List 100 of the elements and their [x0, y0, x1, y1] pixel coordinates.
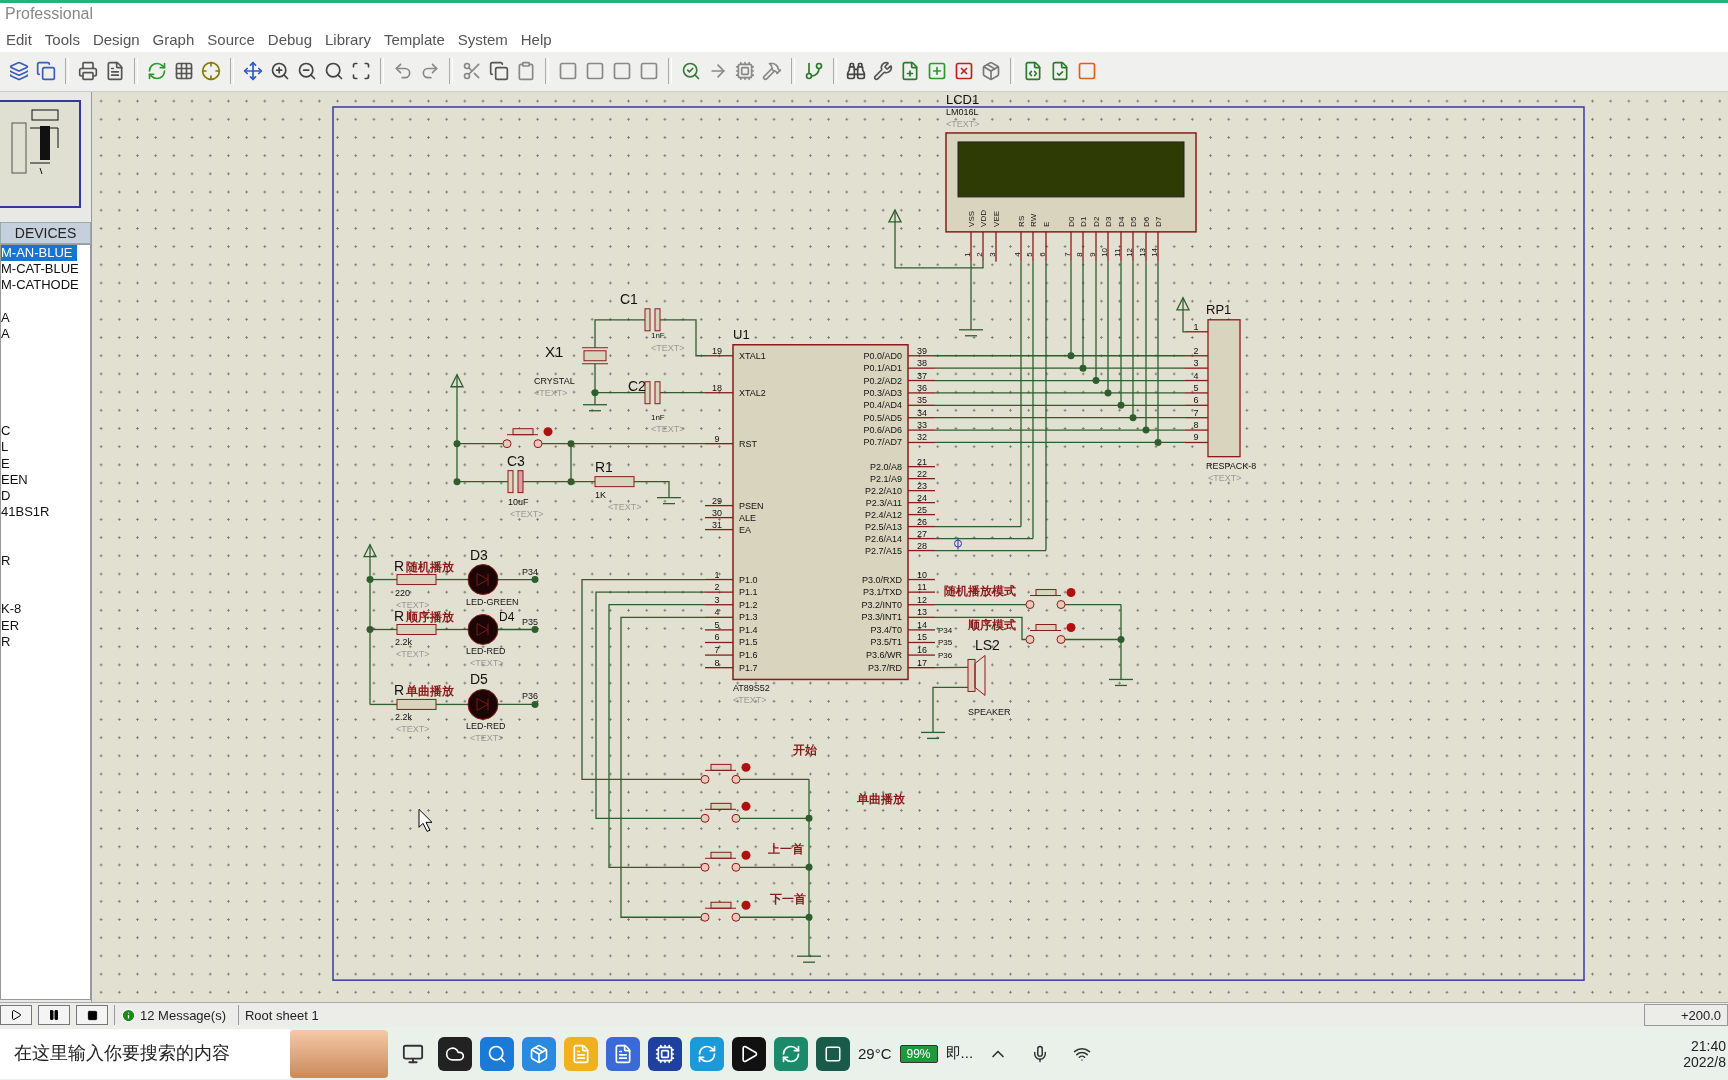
button-label: 开始: [793, 743, 817, 758]
pin-number: 7: [714, 645, 720, 655]
device-item[interactable]: EEN: [1, 471, 32, 488]
component-value: 1nF: [651, 412, 665, 422]
pin-name: P0.3/AD3: [863, 387, 902, 398]
pin-name: XTAL1: [739, 350, 766, 361]
component-label: D3: [470, 546, 488, 563]
device-item[interactable]: D: [1, 487, 15, 504]
device-item[interactable]: R: [1, 552, 15, 569]
pin-name: P2.4/A12: [865, 509, 902, 520]
device-item[interactable]: L: [1, 439, 13, 456]
menu-item[interactable]: Design: [88, 29, 149, 49]
pin-number: 13: [1138, 247, 1147, 257]
component-value: 10uF: [508, 496, 529, 507]
pin-name: EA: [739, 524, 751, 535]
pin-name: D1: [1079, 216, 1088, 227]
component-type: SPEAKER: [968, 707, 1011, 718]
pin-number: 11: [1113, 248, 1122, 257]
net-label: 单曲播放: [406, 684, 454, 699]
pin-name: D3: [1104, 216, 1113, 227]
device-item[interactable]: M-AN-BLUE: [1, 244, 77, 261]
menu-item[interactable]: Source: [203, 29, 264, 49]
component-value: 220: [395, 587, 410, 598]
menu-item[interactable]: Debug: [263, 29, 322, 49]
text-placeholder: <TEXT>: [608, 501, 642, 512]
device-item[interactable]: M-CATHODE: [1, 277, 83, 294]
pin-number: 35: [917, 395, 927, 406]
pin-number: 27: [917, 528, 927, 539]
search-field[interactable]: 在这里输入你要搜索的内容: [0, 1028, 290, 1079]
menu-item[interactable]: System: [453, 29, 517, 49]
pin-name: P1.2: [739, 599, 758, 610]
component-type: RESPACK-8: [1206, 460, 1257, 471]
text-placeholder: <TEXT>: [651, 342, 685, 353]
pin-number: 2: [975, 252, 984, 257]
pin-number: 8: [1075, 252, 1084, 257]
component-type: LED-RED: [466, 721, 506, 732]
pin-name: D4: [1117, 216, 1126, 227]
pin-name: P2.6/A14: [865, 533, 902, 544]
pin-number: 14: [917, 619, 927, 630]
pin-number: 7: [1193, 407, 1199, 418]
pin-name: P1.3: [739, 612, 758, 623]
pin-name: P2.0/A8: [870, 461, 902, 472]
menu-item[interactable]: Edit: [2, 29, 41, 49]
menu-item[interactable]: Graph: [148, 29, 204, 49]
pin-name: P1.1: [739, 587, 758, 598]
pin-name: P0.4/AD4: [863, 400, 902, 411]
pin-number: 23: [917, 480, 927, 491]
net-label: P35: [938, 638, 953, 648]
net-label: P34: [522, 566, 538, 577]
pin-name: P2.3/A11: [865, 497, 902, 508]
menu-item[interactable]: Tools: [40, 29, 89, 49]
device-item[interactable]: E: [1, 455, 14, 472]
messages-count[interactable]: 12 Message(s): [140, 1007, 226, 1023]
pin-number: 8: [714, 657, 720, 668]
text-placeholder: <TEXT>: [1208, 472, 1242, 483]
device-item[interactable]: K-8: [1, 601, 26, 618]
device-item[interactable]: R: [1, 633, 15, 650]
pin-number: 5: [1193, 382, 1199, 393]
pin-number: 9: [1193, 432, 1199, 443]
weather-text[interactable]: 29°C: [858, 1045, 892, 1063]
pin-name: P2.7/A15: [865, 545, 902, 556]
net-label: 顺序播放: [406, 609, 454, 624]
menu-item[interactable]: Help: [516, 29, 561, 49]
device-item[interactable]: ER: [1, 617, 24, 634]
pin-name: P1.4: [739, 624, 758, 635]
sheet-name: Root sheet 1: [238, 1005, 325, 1026]
text-placeholder: <TEXT>: [470, 658, 504, 669]
device-item[interactable]: A: [1, 309, 14, 326]
pin-number: 37: [917, 370, 927, 381]
pin-number: 22: [917, 468, 927, 479]
clock-time[interactable]: 21:40: [1690, 1037, 1726, 1054]
app-label[interactable]: 即...: [945, 1044, 974, 1064]
battery-level[interactable]: 99%: [899, 1044, 938, 1063]
pin-name: RST: [739, 438, 757, 449]
device-item[interactable]: 41BS1R: [1, 504, 54, 521]
text-placeholder: <TEXT>: [946, 118, 980, 129]
pin-name: P1.7: [739, 662, 758, 673]
clock-date[interactable]: 2022/8: [1683, 1053, 1726, 1070]
menu-item[interactable]: Library: [321, 29, 380, 49]
text-placeholder: <TEXT>: [396, 649, 430, 660]
pin-number: 3: [988, 252, 997, 257]
device-item[interactable]: A: [1, 325, 14, 342]
pin-name: P3.2/INT0: [861, 599, 902, 610]
pin-name: P3.3/INT1: [861, 612, 902, 623]
pin-number: 12: [1125, 247, 1134, 257]
pin-name: P3.6/WR: [866, 650, 902, 660]
menu-item[interactable]: Template: [379, 29, 454, 49]
device-item[interactable]: C: [1, 423, 15, 440]
pin-number: 25: [917, 504, 927, 515]
pin-number: 1: [963, 252, 972, 257]
pin-name: P0.1/AD1: [863, 363, 902, 374]
net-label: 随机播放: [406, 559, 454, 574]
pin-name: VEE: [992, 210, 1001, 227]
pin-name: P1.0: [739, 574, 758, 585]
pin-number: 10: [917, 569, 927, 580]
pin-number: 31: [712, 519, 722, 530]
pin-number: 1: [714, 569, 720, 580]
text-placeholder: <TEXT>: [396, 724, 430, 735]
pin-number: 6: [1193, 395, 1199, 406]
device-item[interactable]: M-CAT-BLUE: [1, 261, 83, 278]
